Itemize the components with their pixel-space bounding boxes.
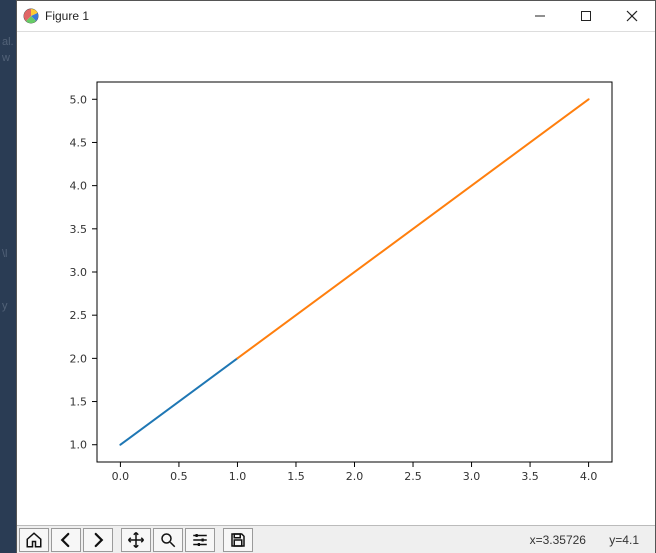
x-tick-label: 0.0 (112, 470, 130, 483)
pan-button[interactable] (121, 528, 151, 552)
x-tick-label: 1.5 (287, 470, 305, 483)
x-tick-label: 1.0 (229, 470, 247, 483)
y-tick-label: 4.0 (70, 180, 88, 193)
plot-area[interactable]: 0.0 0.5 1.0 1.5 2.0 2.5 3.0 3.5 4.0 1.0 1.5 2.0 2.5 3… (17, 32, 655, 525)
window-title: Figure 1 (45, 9, 89, 23)
matplotlib-icon (23, 8, 39, 24)
zoom-button[interactable] (153, 528, 183, 552)
y-tick-label: 2.5 (70, 309, 88, 322)
y-tick-label: 1.0 (70, 439, 88, 452)
maximize-button[interactable] (563, 1, 609, 31)
forward-button[interactable] (83, 528, 113, 552)
close-button[interactable] (609, 1, 655, 31)
subplots-button[interactable] (185, 528, 215, 552)
x-tick-label: 3.5 (521, 470, 539, 483)
x-tick-label: 3.0 (463, 470, 481, 483)
home-button[interactable] (19, 528, 49, 552)
x-tick-label: 4.0 (580, 470, 598, 483)
y-tick-label: 3.0 (70, 266, 88, 279)
x-tick-label: 2.5 (404, 470, 422, 483)
x-tick-label: 2.0 (346, 470, 364, 483)
y-tick-label: 1.5 (70, 396, 88, 409)
y-tick-label: 4.5 (70, 136, 88, 149)
save-button[interactable] (223, 528, 253, 552)
x-tick-label: 0.5 (170, 470, 188, 483)
figure-window: Figure 1 0.0 0.5 1.0 1.5 2.0 2.5 3.0 3.5 4.0 1.0 1… (16, 0, 656, 553)
y-tick-label: 2.0 (70, 352, 88, 365)
minimize-button[interactable] (517, 1, 563, 31)
titlebar[interactable]: Figure 1 (17, 1, 655, 32)
cursor-coordinates: x=3.35726 y=4.1 (530, 533, 655, 547)
nav-toolbar: x=3.35726 y=4.1 (17, 525, 655, 553)
y-tick-label: 3.5 (70, 223, 88, 236)
back-button[interactable] (51, 528, 81, 552)
y-tick-label: 5.0 (70, 93, 88, 106)
